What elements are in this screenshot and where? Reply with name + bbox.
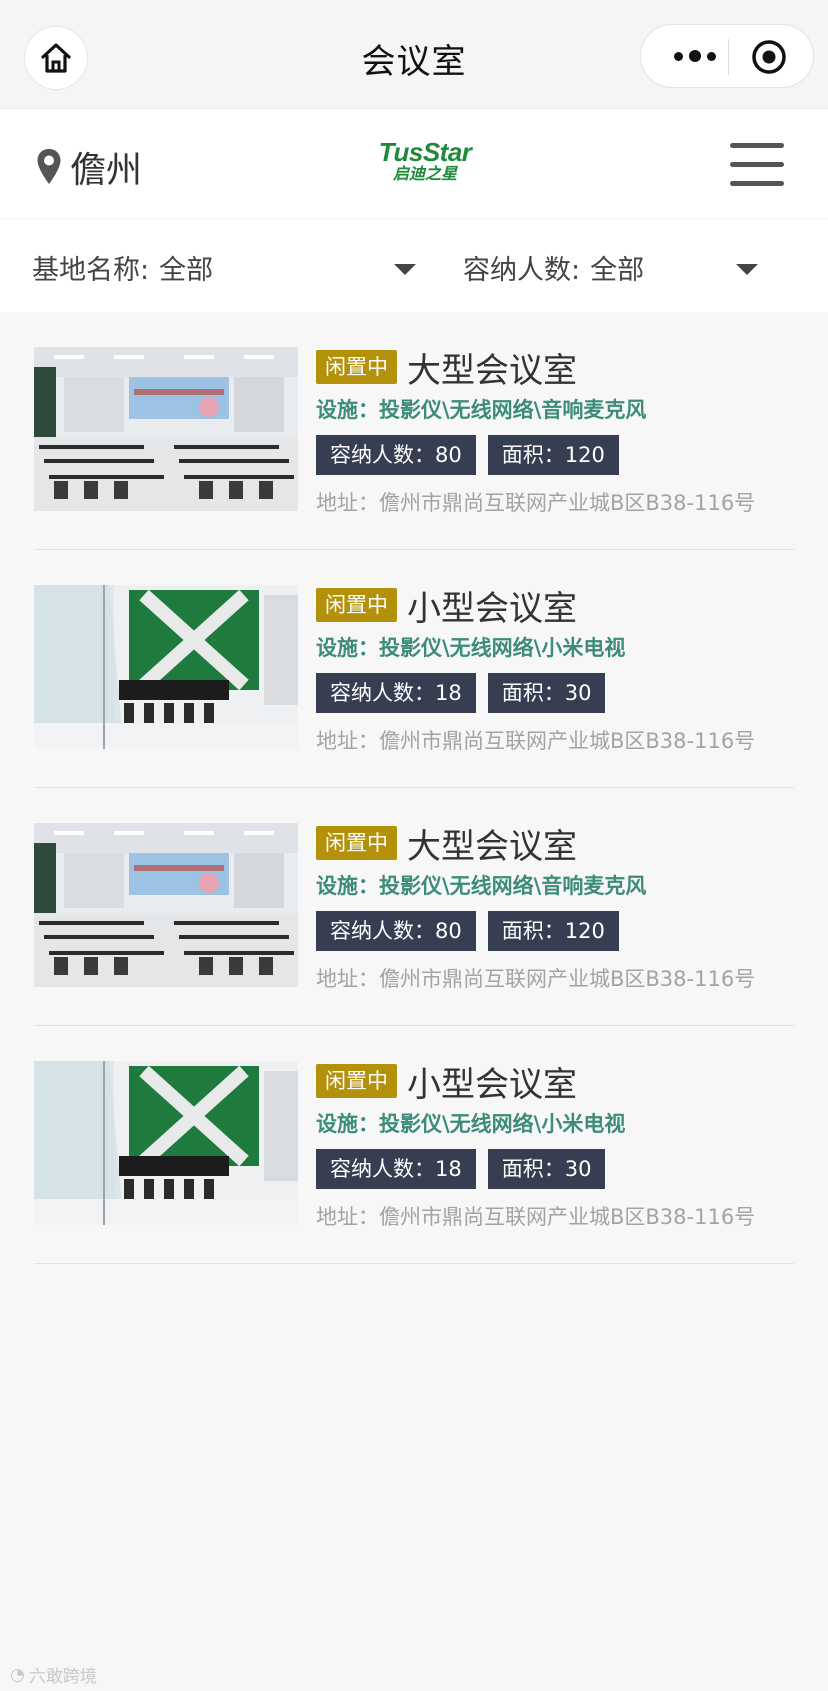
city-label: 儋州 bbox=[70, 150, 143, 191]
filter-bar: 基地名称: 全部 容纳人数: 全部 bbox=[0, 220, 828, 312]
room-name: 大型会议室 bbox=[407, 826, 577, 867]
chevron-down-icon[interactable] bbox=[394, 264, 416, 275]
status-badge: 闲置中 bbox=[316, 826, 397, 860]
status-badge: 闲置中 bbox=[316, 350, 397, 384]
chevron-down-icon[interactable] bbox=[736, 264, 758, 275]
watermark-text: 六敢跨境 bbox=[28, 1667, 97, 1687]
capsule-menu bbox=[640, 24, 814, 88]
filter-value: 全部 bbox=[590, 255, 645, 286]
room-info: 闲置中 小型会议室 设施：投影仪\无线网络\小米电视 容纳人数：18 面积：30… bbox=[316, 1061, 794, 1231]
area-tag: 面积：30 bbox=[487, 673, 606, 713]
room-info: 闲置中 大型会议室 设施：投影仪\无线网络\音响麦克风 容纳人数：80 面积：1… bbox=[316, 823, 794, 993]
status-badge: 闲置中 bbox=[316, 1064, 397, 1098]
tusstar-logo: TusStar 启迪之星 bbox=[362, 139, 488, 185]
capsule-divider bbox=[728, 39, 729, 75]
room-address: 地址：儋州市鼎尚互联网产业城B区B38-116号 bbox=[316, 491, 756, 515]
area-tag: 面积：120 bbox=[487, 911, 619, 951]
title-bar: 会议室 bbox=[0, 0, 828, 108]
list-item[interactable]: 闲置中 大型会议室 设施：投影仪\无线网络\音响麦克风 容纳人数：80 面积：1… bbox=[34, 788, 794, 1026]
room-info: 闲置中 大型会议室 设施：投影仪\无线网络\音响麦克风 容纳人数：80 面积：1… bbox=[316, 347, 794, 517]
capacity-tag: 容纳人数：18 bbox=[316, 1149, 476, 1189]
room-facilities: 设施：投影仪\无线网络\音响麦克风 bbox=[316, 874, 647, 898]
city-selector[interactable]: 儋州 bbox=[36, 141, 142, 193]
room-list: 闲置中 大型会议室 设施：投影仪\无线网络\音响麦克风 容纳人数：80 面积：1… bbox=[34, 312, 794, 1264]
room-info: 闲置中 小型会议室 设施：投影仪\无线网络\小米电视 容纳人数：18 面积：30… bbox=[316, 585, 794, 755]
hamburger-menu-icon[interactable] bbox=[730, 143, 784, 187]
more-dots-icon bbox=[674, 50, 716, 62]
room-facilities: 设施：投影仪\无线网络\音响麦克风 bbox=[316, 398, 647, 422]
room-address: 地址：儋州市鼎尚互联网产业城B区B38-116号 bbox=[316, 967, 756, 991]
filter-label: 容纳人数: bbox=[463, 255, 581, 286]
capacity-tag: 容纳人数：80 bbox=[316, 435, 476, 475]
filter-label: 基地名称: bbox=[32, 255, 150, 286]
list-item[interactable]: 闲置中 小型会议室 设施：投影仪\无线网络\小米电视 容纳人数：18 面积：30… bbox=[34, 1026, 794, 1264]
capacity-tag: 容纳人数：80 bbox=[316, 911, 476, 951]
room-facilities: 设施：投影仪\无线网络\小米电视 bbox=[316, 636, 626, 660]
location-pin-icon bbox=[37, 149, 61, 184]
area-tag: 面积：30 bbox=[487, 1149, 606, 1189]
watermark: ◔ 六敢跨境 bbox=[10, 1662, 97, 1688]
room-name: 大型会议室 bbox=[407, 350, 577, 391]
close-target-icon[interactable] bbox=[749, 37, 789, 77]
room-photo bbox=[34, 347, 298, 511]
room-name: 小型会议室 bbox=[407, 588, 577, 629]
logo-wordmark: TusStar bbox=[378, 137, 472, 167]
room-photo bbox=[34, 823, 298, 987]
list-item[interactable]: 闲置中 小型会议室 设施：投影仪\无线网络\小米电视 容纳人数：18 面积：30… bbox=[34, 550, 794, 788]
more-button[interactable] bbox=[665, 25, 725, 87]
status-badge: 闲置中 bbox=[316, 588, 397, 622]
app-header: 儋州 TusStar 启迪之星 bbox=[0, 108, 828, 218]
capacity-filter[interactable]: 容纳人数: 全部 bbox=[463, 248, 644, 287]
list-item[interactable]: 闲置中 大型会议室 设施：投影仪\无线网络\音响麦克风 容纳人数：80 面积：1… bbox=[34, 312, 794, 550]
room-address: 地址：儋州市鼎尚互联网产业城B区B38-116号 bbox=[316, 729, 756, 753]
capacity-tag: 容纳人数：18 bbox=[316, 673, 476, 713]
room-photo bbox=[34, 585, 298, 749]
watermark-logo-icon: ◔ bbox=[10, 1664, 25, 1685]
room-address: 地址：儋州市鼎尚互联网产业城B区B38-116号 bbox=[316, 1205, 756, 1229]
base-name-filter[interactable]: 基地名称: 全部 bbox=[32, 248, 213, 287]
room-photo bbox=[34, 1061, 298, 1225]
logo-chinese: 启迪之星 bbox=[392, 164, 457, 183]
area-tag: 面积：120 bbox=[487, 435, 619, 475]
filter-value: 全部 bbox=[159, 255, 214, 286]
room-name: 小型会议室 bbox=[407, 1064, 577, 1105]
room-facilities: 设施：投影仪\无线网络\小米电视 bbox=[316, 1112, 626, 1136]
